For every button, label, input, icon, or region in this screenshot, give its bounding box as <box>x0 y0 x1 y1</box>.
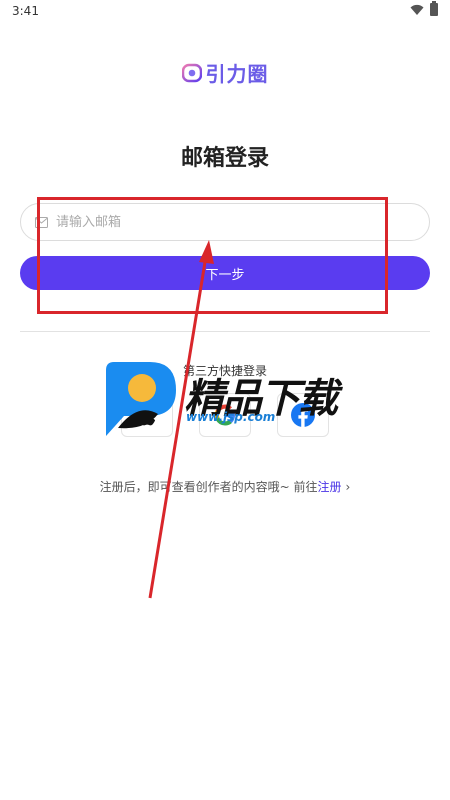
apple-icon <box>138 404 156 426</box>
signup-prompt-text: 注册后，即可查看创作者的内容哦~ 前往 <box>99 480 318 494</box>
status-time: 3:41 <box>12 4 39 18</box>
third-party-login-title: 第三方快捷登录 <box>182 364 267 378</box>
annotation-highlight-box <box>37 197 388 314</box>
facebook-icon <box>291 403 315 427</box>
signup-prompt: 注册后，即可查看创作者的内容哦~ 前往注册 › <box>0 478 450 495</box>
divider <box>20 331 430 332</box>
status-icons <box>410 1 438 16</box>
status-bar: 3:41 <box>0 0 450 22</box>
app-logo-icon <box>181 63 202 82</box>
third-party-login-row <box>0 393 450 437</box>
apple-login-button[interactable] <box>121 393 173 437</box>
page-title: 邮箱登录 <box>180 146 269 171</box>
battery-icon <box>430 1 438 16</box>
chevron-right-icon[interactable]: › <box>346 480 351 494</box>
app-logo: 引力圈 <box>0 58 450 87</box>
wifi-icon <box>410 4 424 15</box>
signup-link[interactable]: 注册 <box>318 480 342 494</box>
google-login-button[interactable] <box>199 393 251 437</box>
facebook-login-button[interactable] <box>277 393 329 437</box>
app-name: 引力圈 <box>205 62 269 86</box>
google-icon <box>214 404 235 426</box>
